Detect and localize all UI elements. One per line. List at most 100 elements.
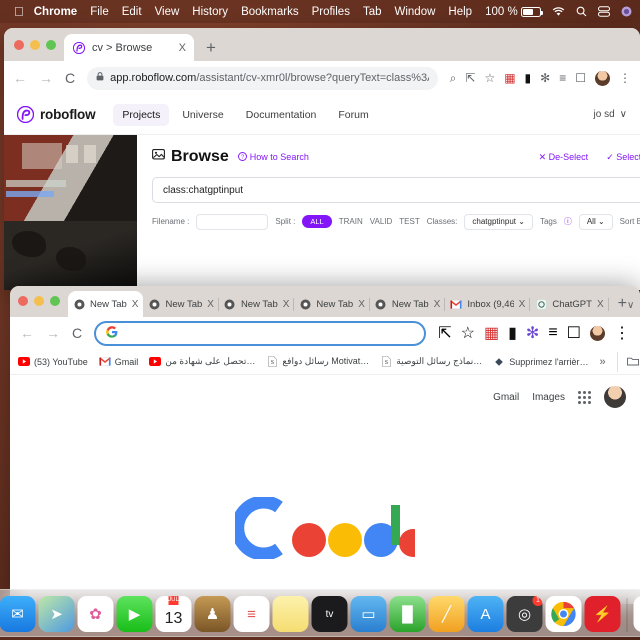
tags-info-icon[interactable]: ⓘ: [564, 216, 572, 227]
bookmark-supprimez-arriere[interactable]: Supprimez l'arrièr…: [493, 356, 589, 368]
filename-filter-input[interactable]: [196, 213, 269, 230]
menu-kebab-icon[interactable]: ⋮: [619, 71, 631, 85]
close-button[interactable]: [14, 39, 24, 50]
new-tab-button[interactable]: +: [618, 295, 627, 313]
nav-link-forum[interactable]: Forum: [329, 104, 377, 126]
share-icon[interactable]: ⇱: [438, 323, 451, 343]
minimize-button[interactable]: [30, 39, 40, 50]
side-panel-icon[interactable]: ☐: [575, 71, 586, 85]
images-link[interactable]: Images: [532, 392, 565, 403]
tab-close-icon[interactable]: X: [179, 42, 186, 54]
maximize-button[interactable]: [50, 295, 60, 306]
minimize-button[interactable]: [34, 295, 44, 306]
bookmarks-overflow-button[interactable]: »: [600, 356, 606, 368]
split-option-test[interactable]: TEST: [399, 217, 419, 226]
opera-gx-icon[interactable]: ⚡: [584, 596, 621, 632]
photos-icon[interactable]: ✿: [77, 596, 114, 632]
menu-item-chrome[interactable]: Chrome: [34, 6, 77, 18]
reload-button[interactable]: C: [72, 325, 82, 341]
new-tab-button[interactable]: +: [206, 39, 216, 56]
maps-icon[interactable]: ➤: [38, 596, 75, 632]
bookmark-recommendation-templates[interactable]: S نماذج رسائل التوصية…: [380, 356, 482, 368]
chrome-icon[interactable]: [545, 596, 582, 632]
menu-kebab-icon[interactable]: ⋮: [614, 323, 630, 343]
split-option-train[interactable]: TRAIN: [339, 217, 363, 226]
side-panel-icon[interactable]: ☐: [567, 323, 581, 343]
close-button[interactable]: [18, 295, 28, 306]
nav-link-universe[interactable]: Universe: [173, 104, 232, 126]
appstore-icon[interactable]: A: [467, 596, 504, 632]
extensions-puzzle-icon[interactable]: ✻: [526, 323, 539, 343]
extension-dark-icon[interactable]: ▮: [525, 71, 532, 85]
user-menu[interactable]: jo sd ∨: [594, 109, 627, 120]
apps-grid-icon[interactable]: [578, 390, 591, 404]
roboflow-logo[interactable]: roboflow: [16, 105, 96, 124]
image-preview-sidebar[interactable]: [4, 135, 137, 290]
split-option-valid[interactable]: VALID: [370, 217, 393, 226]
nav-link-documentation[interactable]: Documentation: [237, 104, 326, 126]
tab-new-tab-4[interactable]: New Tab X: [294, 291, 370, 317]
menu-item-edit[interactable]: Edit: [122, 6, 142, 18]
menu-item-file[interactable]: File: [90, 6, 109, 18]
tab-close-icon[interactable]: X: [207, 299, 214, 310]
tab-close-icon[interactable]: X: [132, 299, 139, 310]
zoom-icon[interactable]: ⌕: [450, 71, 457, 86]
tab-close-icon[interactable]: X: [519, 299, 526, 310]
bookmark-motivation-letters[interactable]: S رسائل دوافع Motivat…: [266, 356, 369, 368]
back-button[interactable]: ←: [13, 70, 27, 86]
siri-icon[interactable]: [621, 6, 632, 17]
profile-avatar-icon[interactable]: [590, 325, 605, 341]
other-bookmarks-button[interactable]: Other Bookmarks: [616, 351, 640, 372]
control-center-icon[interactable]: [597, 6, 610, 17]
account-avatar-icon[interactable]: [604, 386, 626, 408]
reading-list-icon[interactable]: ≡: [559, 71, 566, 85]
bookmark-youtube[interactable]: (53) YouTube: [18, 356, 88, 368]
tab-new-tab-1[interactable]: New Tab X: [68, 291, 144, 317]
tab-new-tab-2[interactable]: New Tab X: [143, 291, 219, 317]
split-option-all[interactable]: ALL: [302, 215, 332, 228]
bookmark-youtube-certificate[interactable]: تحصل على شهادة من…: [149, 356, 255, 368]
facetime-icon[interactable]: ▶: [116, 596, 153, 632]
tab-close-icon[interactable]: X: [358, 299, 365, 310]
profile-avatar-icon[interactable]: [595, 70, 610, 86]
maximize-button[interactable]: [46, 39, 56, 50]
bookmark-star-icon[interactable]: ☆: [461, 323, 475, 343]
tags-filter-select[interactable]: All ⌄: [578, 213, 613, 230]
tab-new-tab-5[interactable]: New Tab X: [370, 291, 446, 317]
menu-item-tab[interactable]: Tab: [363, 6, 382, 18]
battery-status[interactable]: 100 %: [485, 6, 543, 18]
reminders-icon[interactable]: ≡: [233, 596, 270, 632]
contacts-icon[interactable]: ♟: [194, 596, 231, 632]
tv-icon[interactable]: tv: [311, 596, 348, 632]
wifi-icon[interactable]: [552, 6, 565, 17]
notes-icon[interactable]: [272, 596, 309, 632]
extensions-puzzle-icon[interactable]: ✻: [540, 71, 550, 85]
apple-menu-icon[interactable]: : [14, 5, 24, 18]
address-bar[interactable]: app.roboflow.com/assistant/cv-xmr0l/brow…: [87, 66, 438, 90]
bookmark-star-icon[interactable]: ☆: [484, 71, 495, 85]
chatgpt-icon[interactable]: ◎ 1: [506, 596, 543, 632]
keynote-icon[interactable]: ▭: [350, 596, 387, 632]
share-icon[interactable]: ⇱: [465, 71, 475, 85]
menu-item-bookmarks[interactable]: Bookmarks: [241, 6, 299, 18]
preview-icon[interactable]: ✎: [633, 596, 640, 632]
extension-dark-icon[interactable]: ▮: [508, 323, 517, 343]
tab-search-chevron-icon[interactable]: ∨: [627, 300, 634, 311]
tab-new-tab-3[interactable]: New Tab X: [219, 291, 295, 317]
menu-item-window[interactable]: Window: [395, 6, 436, 18]
pages-icon[interactable]: ╱: [428, 596, 465, 632]
tab-roboflow-browse[interactable]: cv > Browse X: [64, 34, 194, 61]
address-bar[interactable]: [94, 320, 427, 346]
forward-button[interactable]: →: [39, 70, 53, 86]
reload-button[interactable]: C: [65, 70, 75, 86]
menu-item-history[interactable]: History: [192, 6, 228, 18]
deselect-button[interactable]: ✕ De-Select: [539, 152, 589, 163]
reading-list-icon[interactable]: ≡: [548, 324, 557, 342]
bookmark-gmail[interactable]: Gmail: [98, 356, 138, 368]
how-to-search-link[interactable]: ? How to Search: [237, 151, 309, 163]
menu-item-view[interactable]: View: [155, 6, 180, 18]
extension-w-icon[interactable]: ▦: [484, 323, 499, 343]
search-input[interactable]: class:chatgptinput Search: [152, 177, 640, 203]
menu-item-help[interactable]: Help: [448, 6, 472, 18]
tab-gmail-inbox[interactable]: Inbox (9,46 X: [445, 291, 531, 317]
